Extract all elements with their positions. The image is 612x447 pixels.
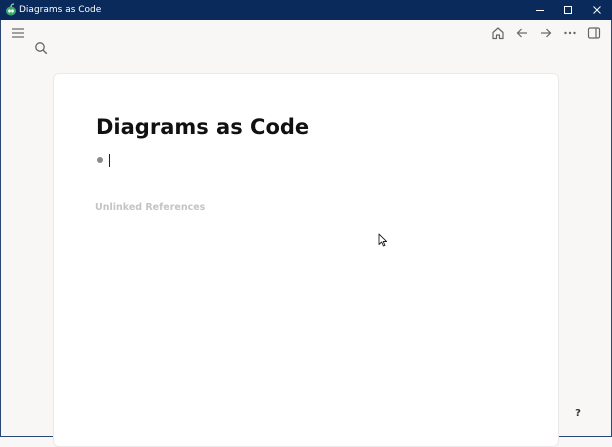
help-button[interactable]: ? xyxy=(572,408,584,422)
sidebar-toggle-icon[interactable] xyxy=(586,25,602,41)
close-icon xyxy=(593,6,601,14)
block-bullet[interactable] xyxy=(97,157,103,163)
maximize-icon xyxy=(564,6,572,14)
app-icon xyxy=(6,3,16,16)
mouse-pointer-icon xyxy=(378,233,388,247)
text-caret xyxy=(109,154,110,167)
page-title[interactable]: Diagrams as Code xyxy=(96,112,309,142)
menu-icon[interactable] xyxy=(10,25,26,41)
minimize-button[interactable] xyxy=(526,0,554,20)
search-icon[interactable] xyxy=(33,40,49,56)
window-title: Diagrams as Code xyxy=(19,5,102,15)
close-button[interactable] xyxy=(583,0,611,20)
window-titlebar[interactable]: Diagrams as Code xyxy=(0,0,612,20)
unlinked-references-heading[interactable]: Unlinked References xyxy=(95,202,205,213)
arrow-right-icon[interactable] xyxy=(538,25,554,41)
maximize-button[interactable] xyxy=(554,0,582,20)
minimize-icon xyxy=(536,10,544,11)
more-icon[interactable] xyxy=(562,25,578,41)
arrow-left-icon[interactable] xyxy=(514,25,530,41)
home-icon[interactable] xyxy=(490,25,506,41)
